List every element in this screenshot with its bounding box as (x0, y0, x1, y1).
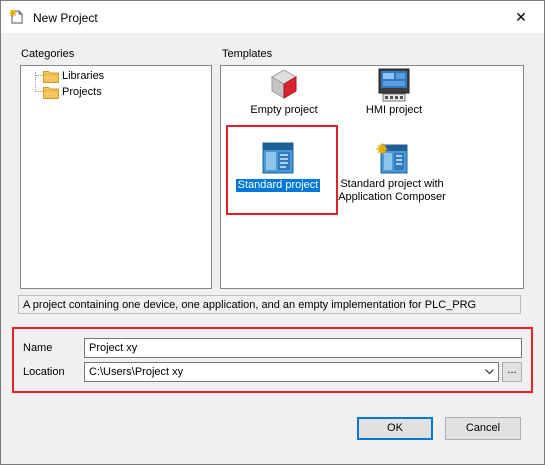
highlight-standard-project (226, 125, 338, 215)
tree-item-label: Libraries (62, 70, 105, 82)
highlight-name-location (12, 327, 533, 393)
location-label: Location (23, 366, 65, 378)
template-description: A project containing one device, one app… (18, 295, 521, 314)
templates-label: Templates (222, 48, 273, 60)
template-hmi-project[interactable]: HMI project (349, 68, 439, 117)
categories-label: Categories (21, 48, 75, 60)
template-label: Standard project with (340, 178, 444, 190)
title-bar: New Project ✕ (1, 1, 544, 33)
new-project-icon (9, 9, 25, 25)
location-value: C:\Users\Project xy (89, 366, 184, 378)
chevron-down-icon[interactable] (480, 363, 498, 381)
tree-item-libraries[interactable]: Libraries (43, 68, 104, 84)
browse-label: ... (507, 364, 517, 376)
categories-tree[interactable]: Libraries Projects (20, 65, 212, 289)
name-value: Project xy (89, 342, 138, 354)
close-button[interactable]: ✕ (498, 1, 544, 33)
folder-icon (43, 86, 59, 99)
folder-icon (43, 70, 59, 83)
name-input[interactable]: Project xy (84, 338, 522, 358)
empty-project-icon (271, 69, 297, 99)
template-label-line2: Application Composer (338, 191, 446, 203)
close-icon: ✕ (515, 8, 527, 25)
template-label: HMI project (365, 104, 423, 116)
browse-button[interactable]: ... (502, 362, 522, 382)
template-application-composer[interactable]: Standard project with Application Compos… (333, 142, 451, 204)
tree-item-label: Projects (62, 86, 102, 98)
new-project-dialog: New Project ✕ Categories Libraries Proje… (0, 0, 545, 465)
tree-item-projects[interactable]: Projects (43, 84, 102, 100)
ok-label: OK (387, 422, 403, 434)
application-composer-icon (376, 143, 408, 174)
hmi-project-icon (378, 68, 410, 102)
location-combobox[interactable]: C:\Users\Project xy (84, 362, 499, 382)
template-empty-project[interactable]: Empty project (239, 68, 329, 117)
cancel-label: Cancel (465, 422, 501, 434)
window-title: New Project (33, 11, 98, 25)
ok-button[interactable]: OK (357, 417, 433, 440)
cancel-button[interactable]: Cancel (445, 417, 521, 440)
template-label: Empty project (250, 104, 318, 116)
name-label: Name (23, 342, 53, 354)
